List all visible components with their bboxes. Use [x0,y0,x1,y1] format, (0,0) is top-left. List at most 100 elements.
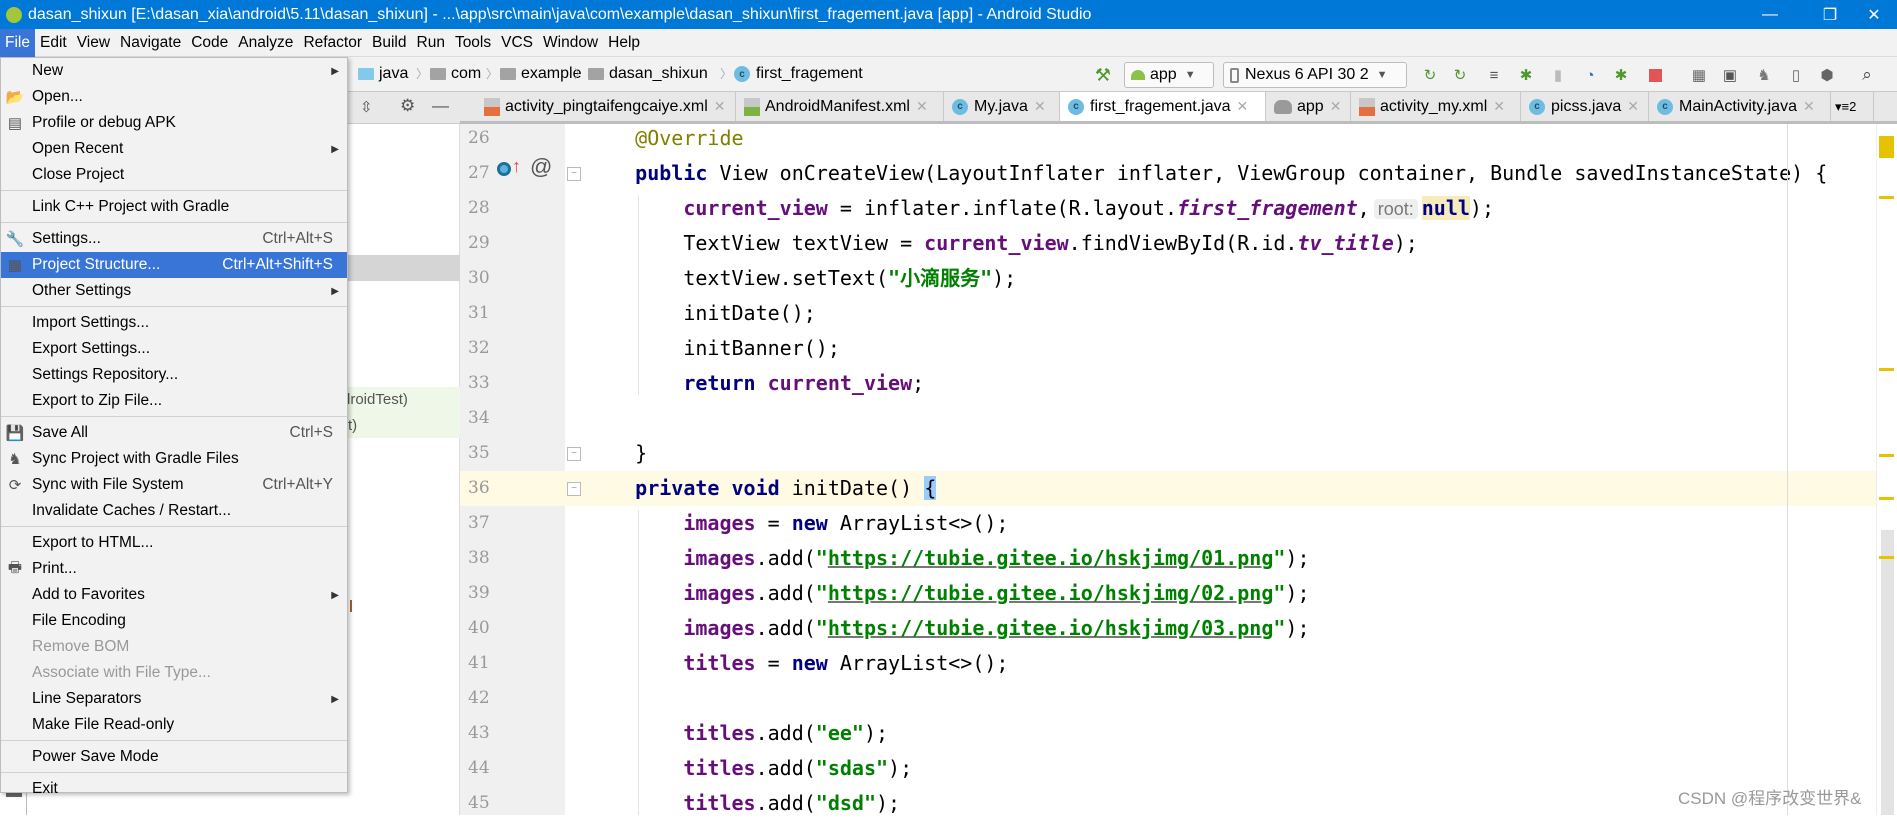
menu-item-make-file-read-only[interactable]: Make File Read-only [1,712,347,738]
device-dropdown[interactable]: Nexus 6 API 30 2 ▼ [1223,62,1407,88]
sdk-manager-icon[interactable]: ▯ [1787,66,1805,84]
selected-tree-row[interactable] [348,255,460,281]
menu-item-import-settings[interactable]: Import Settings... [1,310,347,336]
menu-item-export-to-html[interactable]: Export to HTML... [1,530,347,556]
collapse-all-icon[interactable]: ⇳ [360,98,373,116]
menu-item-add-to-favorites[interactable]: Add to Favorites ▶ [1,582,347,608]
menu-item-open-recent[interactable]: Open Recent ▶ [1,136,347,162]
menu-file[interactable]: File [0,28,35,57]
warning-marker[interactable] [1879,556,1894,559]
profile-icon[interactable]: ▮ [1549,66,1567,84]
close-tab-icon[interactable]: ✕ [1034,98,1046,115]
implements-arrow-icon[interactable]: ↑ [512,156,521,177]
tree-row-test[interactable]: t) [348,413,460,438]
code-line[interactable]: images.add("https://tubie.gitee.io/hskji… [587,576,1309,611]
hide-icon[interactable]: — [432,96,449,116]
fold-marker-icon[interactable]: − [567,482,581,496]
code-line[interactable]: initDate(); [587,296,815,331]
tab-picss-java[interactable]: c picss.java ✕ [1521,92,1649,121]
code-line[interactable]: @Override [587,121,743,156]
code-line[interactable]: titles.add("dsd"); [587,786,900,821]
menu-navigate[interactable]: Navigate [115,29,186,57]
menu-item-export-settings[interactable]: Export Settings... [1,336,347,362]
menu-item-file-encoding[interactable]: File Encoding [1,608,347,634]
menu-run[interactable]: Run [412,29,450,57]
menu-item-new[interactable]: New ▶ [1,58,347,84]
fold-marker-icon[interactable]: − [567,447,581,461]
hammer-icon[interactable]: ⚒ [1094,65,1112,85]
code-line[interactable]: images.add("https://tubie.gitee.io/hskji… [587,611,1309,646]
warning-marker[interactable] [1879,454,1894,457]
close-tab-icon[interactable]: ✕ [1493,98,1505,115]
close-button[interactable]: ✕ [1851,0,1897,29]
logcat-icon[interactable]: ≡ [1485,66,1503,84]
code-line[interactable]: private void initDate() { [587,471,937,506]
minimize-button[interactable]: — [1747,0,1793,29]
stop-icon[interactable] [1646,66,1664,84]
breadcrumb-item[interactable]: com [430,65,481,83]
apply-code-changes-icon[interactable]: ↻ [1451,66,1469,84]
profiler-icon[interactable]: ◔ [1581,66,1599,84]
status-marker[interactable] [1879,136,1894,158]
warning-marker[interactable] [1879,368,1894,371]
tabs-overflow-button[interactable]: ▾≡2 [1831,92,1874,121]
menu-help[interactable]: Help [603,29,645,57]
project-structure-icon[interactable]: ▦ [1690,66,1708,84]
menu-vcs[interactable]: VCS [496,29,538,57]
menu-view[interactable]: View [72,29,115,57]
menu-tools[interactable]: Tools [450,29,496,57]
sync-gradle-icon[interactable]: ♞ [1755,66,1773,84]
tab-activity_pingtaifengcaiye-xml[interactable]: activity_pingtaifengcaiye.xml ✕ [476,92,736,121]
menu-item-invalidate-caches-restart[interactable]: Invalidate Caches / Restart... [1,498,347,524]
breadcrumb-item[interactable]: example [500,65,581,83]
code-line[interactable]: TextView textView = current_view.findVie… [587,226,1418,261]
tab-app[interactable]: app ✕ [1266,92,1351,121]
resource-manager-icon[interactable]: ⬢ [1818,66,1836,84]
menu-item-exit[interactable]: Exit [1,776,347,802]
apply-changes-icon[interactable]: ↻ [1421,66,1439,84]
code-editor[interactable]: @Override public View onCreateView(Layou… [565,124,1876,815]
menu-item-line-separators[interactable]: Line Separators ▶ [1,686,347,712]
menu-item-project-structure[interactable]: ▦ Project Structure... Ctrl+Alt+Shift+S [1,252,347,278]
menu-item-settings[interactable]: 🔧 Settings... Ctrl+Alt+S [1,226,347,252]
code-line[interactable]: } [587,436,647,471]
tab-androidmanifest-xml[interactable]: AndroidManifest.xml ✕ [736,92,944,121]
close-tab-icon[interactable]: ✕ [1803,98,1815,115]
menu-window[interactable]: Window [538,29,603,57]
code-line[interactable]: current_view = inflater.inflate(R.layout… [587,191,1494,226]
close-tab-icon[interactable]: ✕ [714,98,726,115]
menu-code[interactable]: Code [186,29,233,57]
close-tab-icon[interactable]: ✕ [1237,98,1249,115]
code-line[interactable]: images = new ArrayList<>(); [587,506,1008,541]
code-line[interactable]: public View onCreateView(LayoutInflater … [587,156,1827,191]
menu-item-sync-with-file-system[interactable]: ⟳ Sync with File System Ctrl+Alt+Y [1,472,347,498]
error-stripe-scrollbar[interactable] [1876,124,1897,815]
menu-item-link-c++-project-with-gradle[interactable]: Link C++ Project with Gradle [1,194,347,220]
code-line[interactable]: images.add("https://tubie.gitee.io/hskji… [587,541,1309,576]
breadcrumb-item[interactable]: java [358,65,408,83]
maximize-button[interactable]: ❐ [1807,0,1853,29]
annotation-icon[interactable]: @ [530,154,552,180]
scrollbar-thumb[interactable] [1881,530,1894,815]
menu-item-profile-or-debug-apk[interactable]: ▤ Profile or debug APK [1,110,347,136]
menu-item-open[interactable]: 📂 Open... [1,84,347,110]
tab-mainactivity-java[interactable]: c MainActivity.java ✕ [1649,92,1831,121]
code-line[interactable]: titles = new ArrayList<>(); [587,646,1008,681]
override-method-icon[interactable] [497,162,511,176]
code-line[interactable]: textView.setText("小滴服务"); [587,261,1016,296]
menu-item-print[interactable]: 🖶 Print... [1,556,347,582]
close-tab-icon[interactable]: ✕ [1627,98,1639,115]
attach-debugger-icon[interactable]: ✱ [1612,66,1630,84]
code-line[interactable]: titles.add("ee"); [587,716,888,751]
search-icon[interactable]: ⌕ [1858,65,1876,84]
avd-manager-icon[interactable]: ▣ [1721,66,1739,84]
breadcrumb-item[interactable]: dasan_shixun [588,65,708,83]
close-tab-icon[interactable]: ✕ [916,98,928,115]
tab-my-java[interactable]: c My.java ✕ [944,92,1060,121]
code-line[interactable]: initBanner(); [587,331,840,366]
fold-marker-icon[interactable]: − [567,167,581,181]
menu-item-save-all[interactable]: 💾 Save All Ctrl+S [1,420,347,446]
tree-row-android-test[interactable]: droidTest) [342,387,460,413]
run-config-dropdown[interactable]: app ▼ [1124,62,1214,88]
menu-analyze[interactable]: Analyze [233,29,298,57]
